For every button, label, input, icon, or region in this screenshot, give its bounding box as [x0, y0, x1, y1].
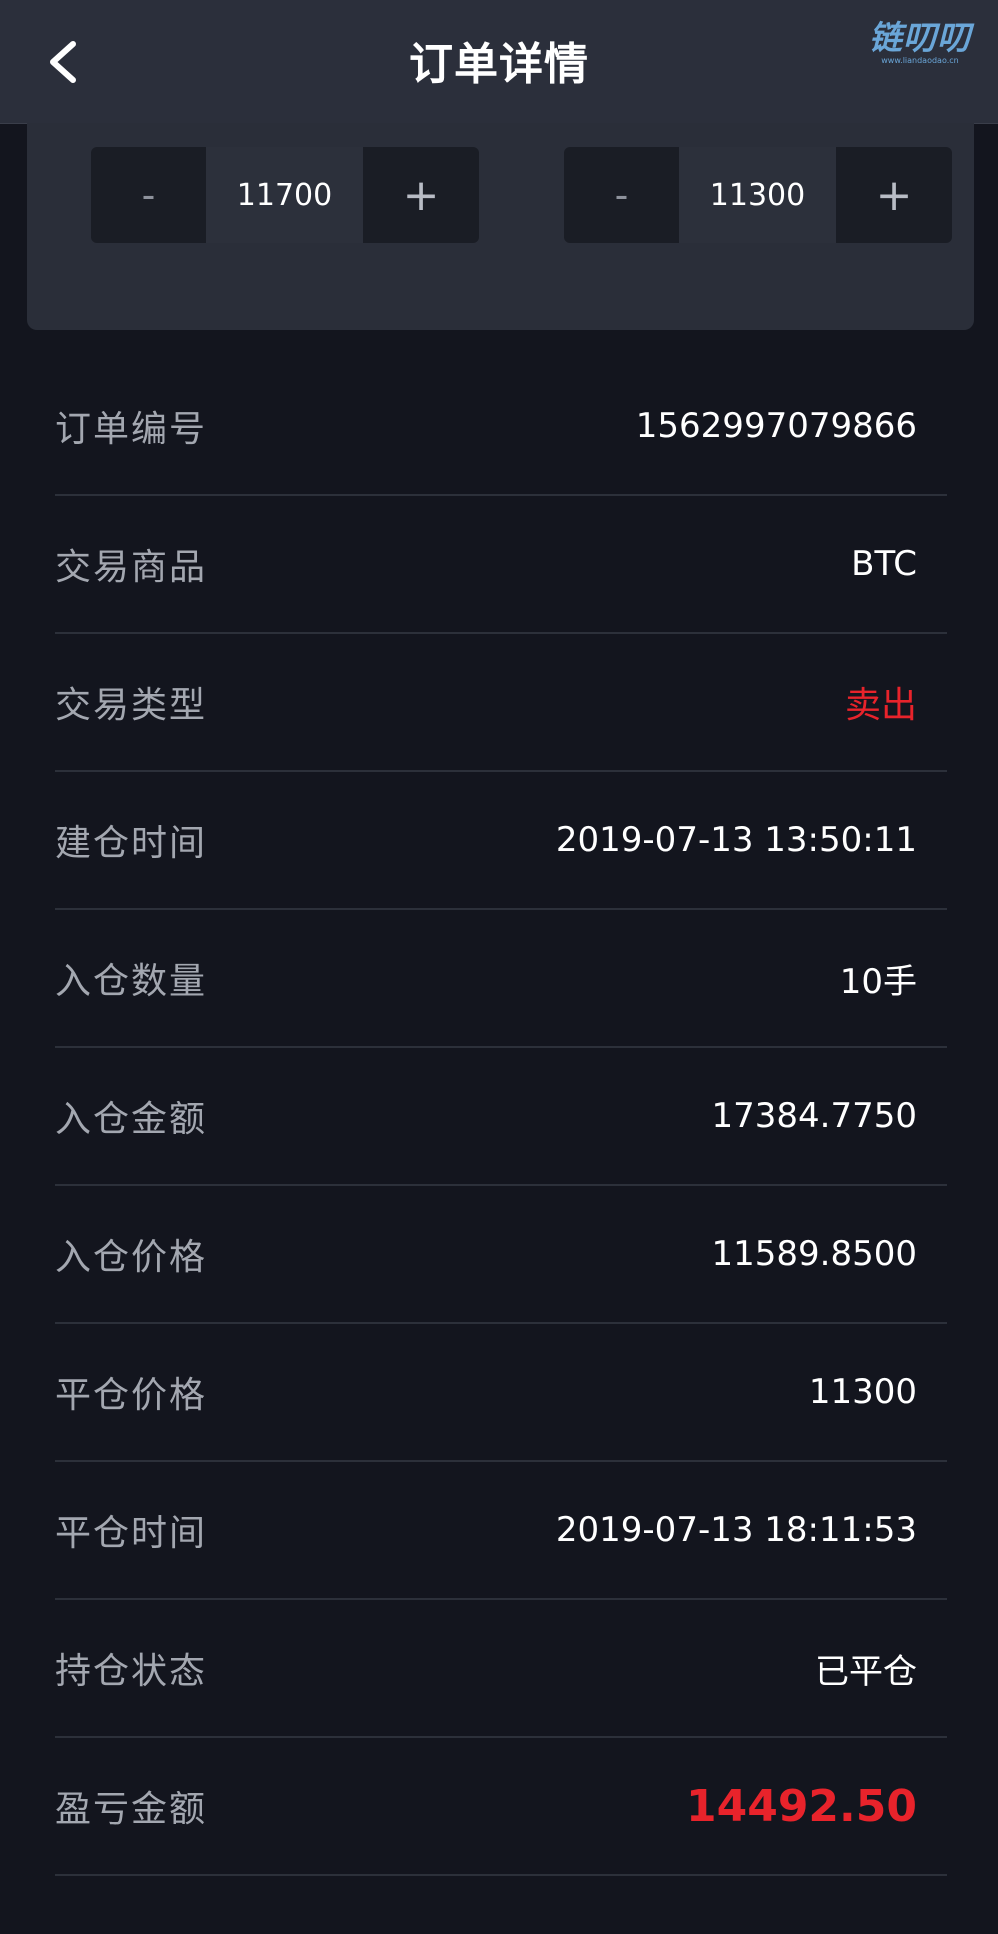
detail-row-product: 交易商品 BTC [55, 496, 947, 634]
price-stepper-panel: - 11700 + - 11300 + [27, 123, 974, 330]
stop-loss-decrement-button[interactable]: - [564, 147, 679, 243]
detail-row-quantity: 入仓数量 10手 [55, 910, 947, 1048]
detail-row-close-time: 平仓时间 2019-07-13 18:11:53 [55, 1462, 947, 1600]
profit-loss-value: 14492.50 [685, 1780, 917, 1832]
detail-label: 订单编号 [55, 409, 208, 450]
detail-row-open-time: 建仓时间 2019-07-13 13:50:11 [55, 772, 947, 910]
watermark-subtext: www.liandaodao.cn [881, 56, 959, 65]
detail-label: 持仓状态 [55, 1651, 208, 1692]
position-status-value: 已平仓 [815, 1651, 917, 1692]
detail-row-order-id: 订单编号 1562997079866 [55, 358, 947, 496]
take-profit-value[interactable]: 11700 [206, 147, 363, 243]
detail-label: 盈亏金额 [55, 1789, 208, 1830]
order-id-value: 1562997079866 [635, 406, 917, 446]
take-profit-stepper: - 11700 + [91, 147, 479, 243]
open-amount-value: 17384.7750 [711, 1096, 918, 1136]
order-detail-list: 订单编号 1562997079866 交易商品 BTC 交易类型 卖出 建仓时间… [55, 358, 947, 1876]
take-profit-decrement-button[interactable]: - [91, 147, 206, 243]
stop-loss-increment-button[interactable]: + [836, 147, 952, 243]
app-header: 订单详情 链叨叨 www.liandaodao.cn [0, 0, 998, 124]
close-price-value: 11300 [808, 1372, 917, 1412]
detail-row-close-price: 平仓价格 11300 [55, 1324, 947, 1462]
detail-label: 交易类型 [55, 685, 208, 726]
detail-label: 建仓时间 [55, 823, 208, 864]
detail-row-position-status: 持仓状态 已平仓 [55, 1600, 947, 1738]
watermark-logo: 链叨叨 www.liandaodao.cn [854, 20, 986, 66]
detail-label: 平仓时间 [55, 1513, 208, 1554]
detail-label: 入仓数量 [55, 961, 208, 1002]
detail-row-profit-loss: 盈亏金额 14492.50 [55, 1738, 947, 1876]
quantity-value: 10手 [839, 961, 917, 1002]
stop-loss-value[interactable]: 11300 [679, 147, 836, 243]
detail-label: 入仓价格 [55, 1237, 208, 1278]
detail-row-trade-type: 交易类型 卖出 [55, 634, 947, 772]
watermark-text: 链叨叨 [869, 18, 971, 57]
open-time-value: 2019-07-13 13:50:11 [555, 820, 917, 860]
page-title: 订单详情 [409, 39, 589, 90]
detail-row-open-amount: 入仓金额 17384.7750 [55, 1048, 947, 1186]
detail-label: 交易商品 [55, 547, 208, 588]
close-time-value: 2019-07-13 18:11:53 [555, 1510, 917, 1550]
detail-row-open-price: 入仓价格 11589.8500 [55, 1186, 947, 1324]
product-value: BTC [851, 544, 917, 584]
open-price-value: 11589.8500 [711, 1234, 918, 1274]
take-profit-increment-button[interactable]: + [363, 147, 479, 243]
detail-label: 入仓金额 [55, 1099, 208, 1140]
stop-loss-stepper: - 11300 + [564, 147, 952, 243]
trade-type-value: 卖出 [844, 685, 917, 726]
detail-label: 平仓价格 [55, 1375, 208, 1416]
